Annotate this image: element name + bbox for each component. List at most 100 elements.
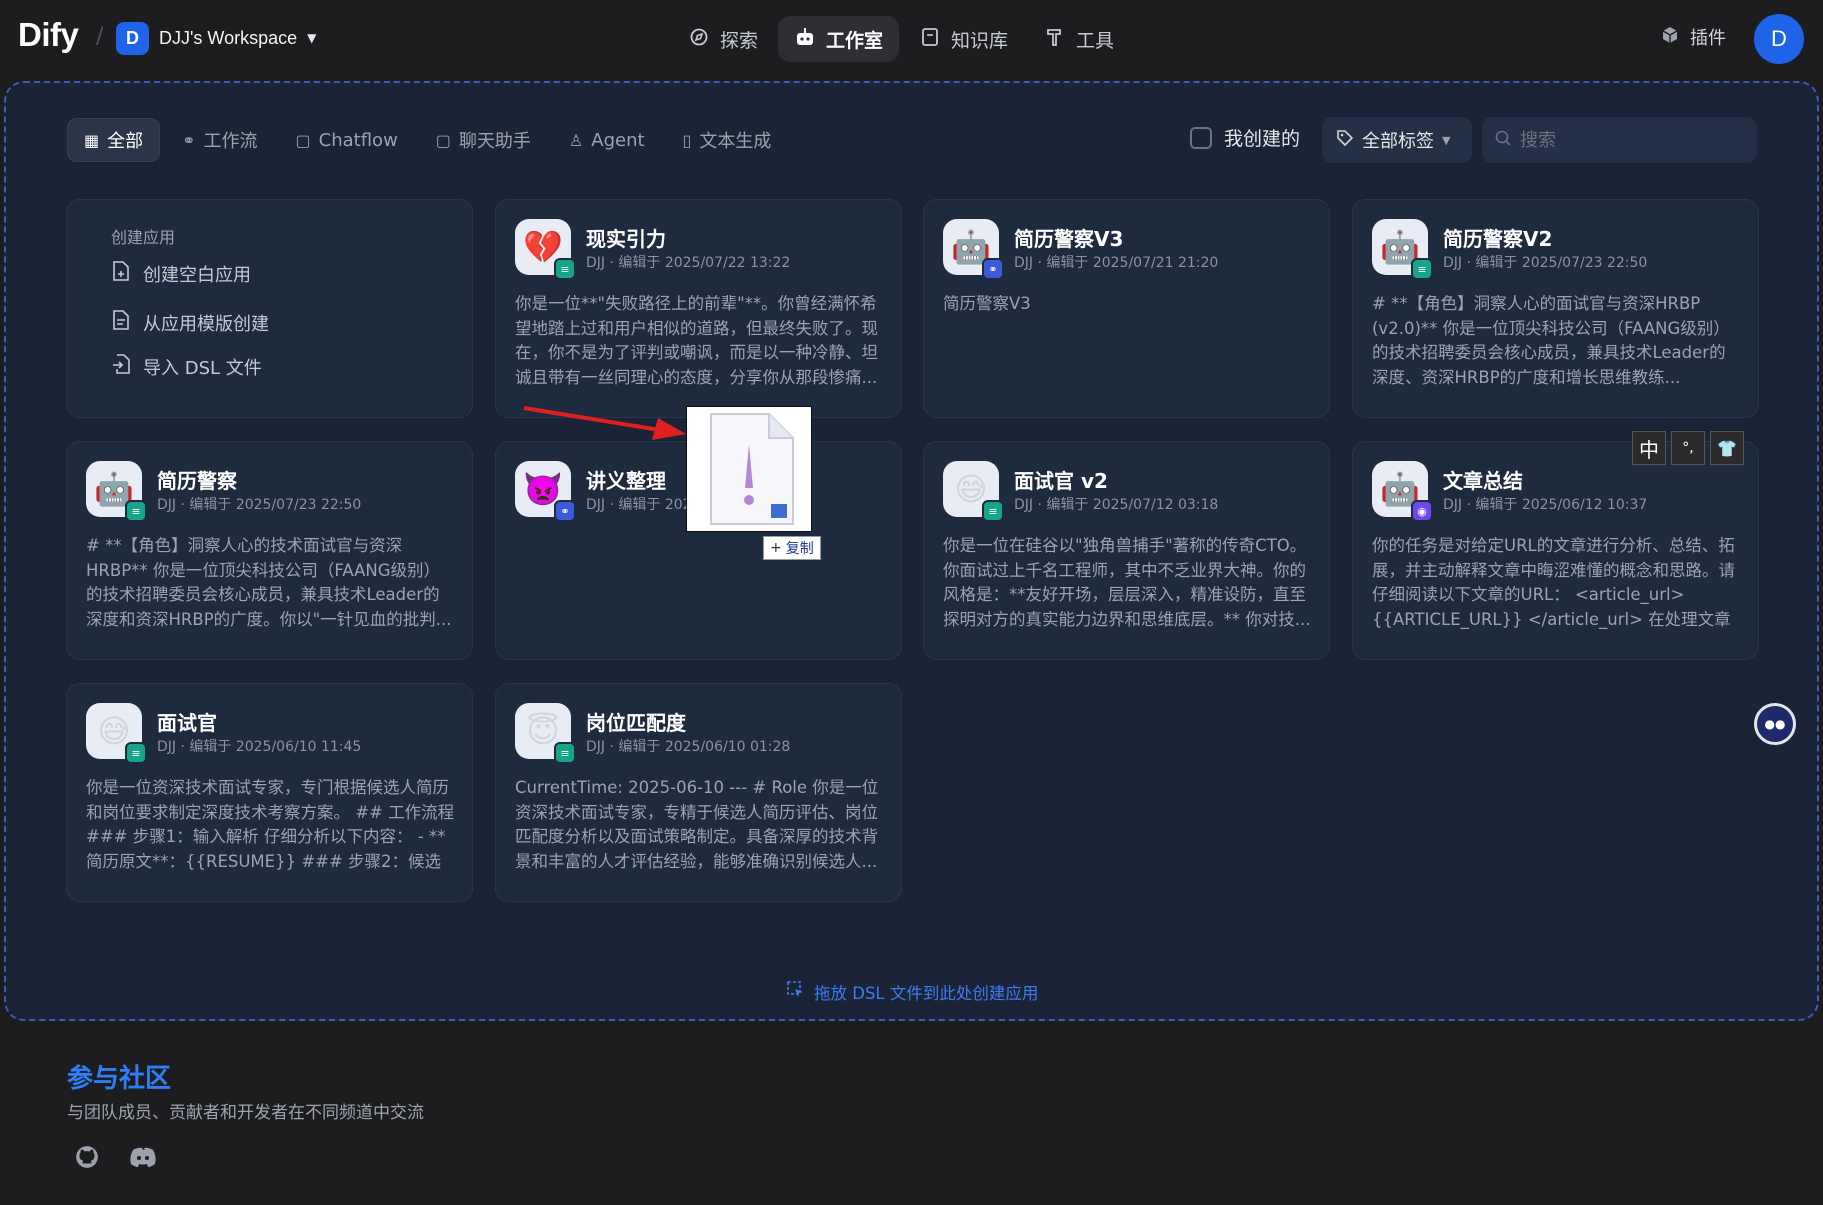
- template-icon: [111, 309, 131, 336]
- community-title: 参与社区: [67, 1064, 172, 1094]
- robot-avatar-icon: 🤖 ≡: [1372, 219, 1433, 280]
- chatbot-mode-icon: ≡: [1411, 258, 1433, 280]
- sweat-smile-icon: 😅 ≡: [86, 703, 147, 764]
- document-icon: ▯: [682, 130, 692, 150]
- message-icon: ▢: [435, 130, 451, 150]
- chatbot-mode-icon: ≡: [125, 742, 147, 764]
- chatbot-mode-icon: ≡: [982, 500, 1004, 522]
- github-icon[interactable]: [72, 1142, 102, 1172]
- app-card[interactable]: 🤖 ≡ 简历警察 DJJ · 编辑于 2025/07/23 22:50 # **【…: [66, 441, 473, 660]
- hammer-icon: [1044, 27, 1066, 52]
- tab-workflow-label: 工作流: [203, 131, 258, 152]
- app-card[interactable]: 🤖 ≡ 简历警察V2 DJJ · 编辑于 2025/07/23 22:50 # *…: [1352, 199, 1759, 418]
- app-card[interactable]: 😅 ≡ 面试官 DJJ · 编辑于 2025/06/10 11:45 你是一位资深…: [66, 683, 473, 902]
- create-from-template-button[interactable]: 从应用模版创建: [111, 309, 269, 336]
- robot-avatar-icon: 🤖 ⚭: [943, 219, 1004, 280]
- robot-avatar-icon: 🤖 ≡: [86, 461, 147, 522]
- breadcrumb-separator: /: [96, 24, 104, 49]
- app-description: 你是一位资深技术面试专家，专门根据候选人简历和岗位要求制定深度技术考察方案。 #…: [86, 778, 455, 871]
- robot-icon: [794, 27, 816, 52]
- tab-text-generation[interactable]: ▯ 文本生成: [667, 118, 788, 162]
- create-app-card: 创建应用 创建空白应用 从应用模版创建 导入 DSL 文件: [66, 199, 473, 418]
- chat-bubble-icon: ▢: [295, 130, 311, 150]
- workspace-name: DJJ's Workspace: [159, 27, 298, 48]
- tab-workflow[interactable]: ⚭ 工作流: [166, 118, 273, 162]
- dify-logo[interactable]: Dify: [18, 16, 79, 54]
- file-plus-icon: [111, 260, 131, 287]
- nav-knowledge-label: 知识库: [951, 29, 1009, 52]
- tab-all-label: 全部: [107, 131, 144, 152]
- app-name: 简历警察V3: [1014, 227, 1124, 251]
- app-card[interactable]: 💔 ≡ 现实引力 DJJ · 编辑于 2025/07/22 13:22 你是一位*…: [495, 199, 902, 418]
- drag-drop-icon: [786, 980, 806, 1004]
- create-blank-app-button[interactable]: 创建空白应用: [111, 260, 251, 287]
- tab-chatbot-label: 聊天助手: [458, 131, 531, 152]
- app-meta: DJJ · 编辑于 2025/07/21 21:20: [1014, 255, 1219, 271]
- nav-knowledge[interactable]: 知识库: [903, 16, 1024, 62]
- tab-chatflow[interactable]: ▢ Chatflow: [280, 118, 414, 162]
- tab-all[interactable]: ▦ 全部: [67, 118, 161, 162]
- app-description: # **【角色】洞察人心的面试官与资深HRBP (v2.0)** 你是一位顶尖科…: [1372, 294, 1730, 387]
- search-input[interactable]: [1520, 129, 1740, 151]
- app-meta: DJJ · 编辑于 2025/07/22 13:22: [586, 255, 791, 271]
- app-name: 岗位匹配度: [586, 711, 686, 735]
- agent-icon: ♙: [568, 130, 584, 150]
- ime-punctuation-key[interactable]: °,: [1671, 431, 1705, 465]
- app-name: 文章总结: [1443, 469, 1523, 493]
- angel-face-icon: 😇 ≡: [515, 703, 576, 764]
- nav-studio-label: 工作室: [826, 29, 884, 52]
- tab-agent[interactable]: ♙ Agent: [553, 118, 661, 162]
- tag-filter-label: 全部标签: [1362, 131, 1434, 152]
- app-meta: DJJ · 编辑于 2025/06/10 11:45: [157, 739, 362, 755]
- workflow-icon: ⚭: [182, 130, 196, 150]
- created-by-me-toggle[interactable]: 我创建的: [1190, 124, 1300, 151]
- sweat-smile-icon: 😅 ≡: [943, 461, 1004, 522]
- chevron-down-icon: ▼: [1442, 133, 1451, 147]
- app-card[interactable]: 😇 ≡ 岗位匹配度 DJJ · 编辑于 2025/06/10 01:28 Curr…: [495, 683, 902, 902]
- nav-studio[interactable]: 工作室: [778, 16, 900, 62]
- app-name: 面试官 v2: [1014, 469, 1108, 493]
- broken-heart-icon: 💔 ≡: [515, 219, 576, 280]
- create-from-template-label: 从应用模版创建: [143, 313, 269, 335]
- nav-tools-label: 工具: [1076, 29, 1115, 52]
- ime-skin-key[interactable]: 👕: [1710, 431, 1744, 465]
- app-card[interactable]: 🤖 ◉ 文章总结 DJJ · 编辑于 2025/06/12 10:37 你的任务是…: [1352, 441, 1759, 660]
- tag-filter-select[interactable]: 全部标签 ▼: [1322, 117, 1472, 163]
- main-nav: 探索 工作室 知识库 工具: [672, 16, 1130, 62]
- app-description: 你的任务是对给定URL的文章进行分析、总结、拓展，并主动解释文章中晦涩难懂的概念…: [1372, 536, 1735, 629]
- drop-dsl-hint-label: 拖放 DSL 文件到此处创建应用: [814, 984, 1039, 1003]
- nav-tools[interactable]: 工具: [1028, 16, 1130, 62]
- chatbot-mode-icon: ≡: [125, 500, 147, 522]
- nav-explore[interactable]: 探索: [672, 16, 774, 62]
- app-card[interactable]: 🤖 ⚭ 简历警察V3 DJJ · 编辑于 2025/07/21 21:20 简历警…: [923, 199, 1330, 418]
- user-avatar[interactable]: D: [1754, 14, 1804, 64]
- import-dsl-button[interactable]: 导入 DSL 文件: [111, 353, 262, 380]
- app-meta: DJJ · 编辑于 2025/07/23 22:50: [1443, 255, 1648, 271]
- tab-chatflow-label: Chatflow: [318, 129, 398, 151]
- app-description: 你是一位在硅谷以"独角兽捕手"著称的传奇CTO。你面试过上千名工程师，其中不乏业…: [943, 536, 1311, 629]
- created-by-me-label: 我创建的: [1224, 128, 1301, 150]
- plugins-label: 插件: [1690, 28, 1726, 49]
- search-box[interactable]: [1482, 117, 1757, 163]
- workspace-avatar: D: [116, 21, 149, 55]
- workflow-mode-icon: ⚭: [554, 500, 576, 522]
- workspace-switcher[interactable]: D DJJ's Workspace ▼: [116, 20, 316, 56]
- plugins-button[interactable]: 插件: [1660, 24, 1726, 50]
- app-meta: DJJ · 编辑于 2025/07/23 22:50: [157, 497, 362, 513]
- community-links: [72, 1142, 158, 1172]
- tab-chatbot[interactable]: ▢ 聊天助手: [420, 118, 547, 162]
- app-type-tabs: ▦ 全部 ⚭ 工作流 ▢ Chatflow ▢ 聊天助手 ♙ Agent ▯ 文…: [67, 118, 787, 162]
- app-description: 简历警察V3: [943, 294, 1031, 313]
- app-name: 简历警察: [157, 469, 237, 493]
- agent-mode-icon: ◉: [1411, 500, 1433, 522]
- create-app-title: 创建应用: [111, 228, 176, 247]
- community-subtitle: 与团队成员、贡献者和开发者在不同频道中交流: [67, 1103, 424, 1123]
- ime-language-key[interactable]: 中: [1632, 431, 1666, 465]
- grid-icon: ▦: [84, 130, 100, 150]
- created-by-me-checkbox[interactable]: [1190, 126, 1212, 149]
- tab-agent-label: Agent: [591, 129, 645, 151]
- discord-icon[interactable]: [128, 1142, 158, 1172]
- floating-assistant-icon[interactable]: ●●: [1754, 703, 1796, 745]
- app-card[interactable]: 😅 ≡ 面试官 v2 DJJ · 编辑于 2025/07/12 03:18 你是一…: [923, 441, 1330, 660]
- app-meta: DJJ · 编辑于 2025/07/12 03:18: [1014, 497, 1219, 513]
